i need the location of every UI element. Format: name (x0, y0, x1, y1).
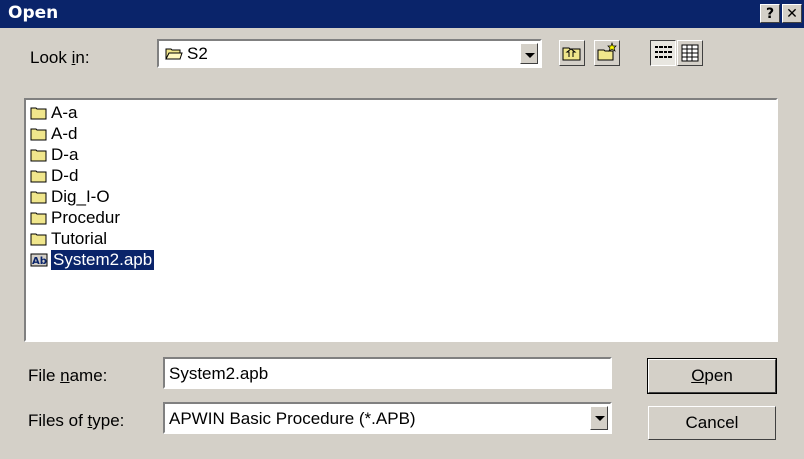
list-item-selected[interactable]: Ab System2.apb (30, 248, 156, 271)
help-button[interactable]: ? (760, 4, 780, 23)
list-item[interactable]: Tutorial (30, 228, 107, 249)
file-name-value: System2.apb (169, 364, 269, 383)
list-item-label: D-d (51, 165, 79, 185)
list-item-label: Tutorial (51, 228, 108, 248)
list-item[interactable]: Dig_I-O (30, 186, 110, 207)
list-item-label: D-a (51, 144, 79, 164)
folder-icon (30, 191, 47, 203)
file-type-value: APWIN Basic Procedure (*.APB) (169, 409, 416, 428)
svg-text:Ab: Ab (32, 256, 47, 267)
list-item-label: Dig_I-O (51, 186, 110, 206)
file-list[interactable]: A-a A-d D-a D-d Dig_I-O Procedur Tutoria… (24, 98, 778, 342)
list-item[interactable]: A-d (30, 123, 77, 144)
folder-icon (30, 212, 47, 224)
folder-icon (30, 149, 47, 161)
file-type-dropdown-button[interactable] (590, 406, 608, 430)
window-title: Open (8, 3, 59, 23)
list-item-label: A-a (51, 102, 78, 122)
details-view-icon (681, 44, 699, 62)
up-one-level-button[interactable] (559, 40, 585, 66)
look-in-dropdown[interactable]: S2 (157, 39, 542, 68)
up-one-level-icon (562, 47, 581, 61)
folder-icon (30, 170, 47, 182)
open-dialog: Open ? ✕ Look in: S2 A-a A-d D-a D-d Dig… (0, 0, 804, 459)
list-item-label: System2.apb (49, 248, 156, 271)
details-view-button[interactable] (677, 40, 703, 66)
list-item-label: A-d (51, 123, 78, 143)
folder-icon (30, 233, 47, 245)
file-name-field[interactable]: System2.apb (163, 357, 612, 389)
look-in-label: Look in: (30, 48, 90, 67)
look-in-value: S2 (187, 44, 208, 63)
close-button[interactable]: ✕ (782, 4, 802, 23)
list-view-icon (655, 46, 672, 58)
list-item[interactable]: D-d (30, 165, 78, 186)
file-type-dropdown[interactable]: APWIN Basic Procedure (*.APB) (163, 402, 612, 434)
list-item[interactable]: A-a (30, 102, 77, 123)
create-new-folder-icon (597, 41, 617, 61)
folder-open-icon (165, 47, 183, 60)
create-new-folder-button[interactable] (594, 40, 620, 66)
look-in-dropdown-button[interactable] (520, 43, 538, 64)
file-type-label: Files of type: (28, 411, 125, 430)
folder-icon (30, 128, 47, 140)
list-item[interactable]: D-a (30, 144, 78, 165)
cancel-button[interactable]: Cancel (648, 406, 776, 440)
title-bar[interactable]: Open ? ✕ (0, 0, 804, 28)
open-button[interactable]: Open (647, 358, 777, 394)
list-item[interactable]: Procedur (30, 207, 120, 228)
folder-icon (30, 107, 47, 119)
list-view-button[interactable] (650, 40, 676, 66)
list-item-label: Procedur (51, 207, 120, 227)
file-name-label: File name: (28, 366, 108, 385)
apb-file-icon: Ab (30, 253, 48, 267)
